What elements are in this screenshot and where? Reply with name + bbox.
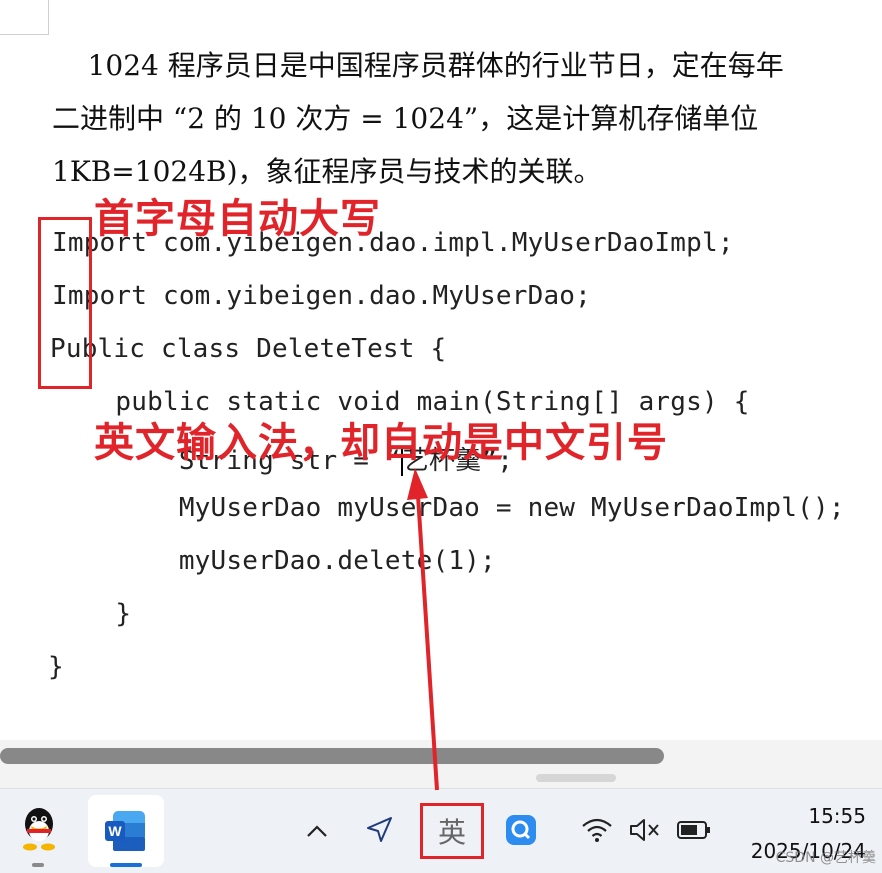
ime-label: 英 — [437, 816, 466, 849]
code-line-9: } — [48, 652, 64, 682]
code-line-3: Public class DeleteTest { — [50, 334, 447, 364]
location-arrow-icon[interactable] — [360, 811, 398, 849]
paragraph-line-3: 1KB=1024B)，象征程序员与技术的关联。 — [52, 155, 602, 188]
word-taskbar-button[interactable]: W — [88, 795, 164, 867]
q-app-icon[interactable] — [502, 811, 540, 849]
paragraph-line-2: 二进制中 “2 的 10 次方 = 1024”，这是计算机存储单位 — [52, 102, 759, 135]
wifi-icon[interactable] — [578, 813, 616, 847]
clock-time: 15:55 — [808, 804, 866, 828]
horizontal-scrollbar-area — [0, 740, 882, 788]
code-line-8: } — [52, 599, 132, 629]
qq-icon[interactable] — [14, 803, 64, 853]
code-line-2: Import com.yibeigen.dao.MyUserDao; — [52, 281, 592, 311]
capital-letters-highlight-box — [38, 217, 92, 389]
page-corner-marker — [0, 0, 49, 35]
horizontal-scrollbar-thumb[interactable] — [0, 748, 664, 764]
ime-icon[interactable]: 英 — [420, 803, 484, 859]
qq-running-indicator — [32, 863, 44, 867]
code-line-6: MyUserDao myUserDao = new MyUserDaoImpl(… — [52, 493, 845, 523]
chevron-up-icon[interactable] — [300, 815, 334, 847]
watermark: CSDN @艺杯羹 — [775, 850, 876, 866]
taskbar: W 英 15:55 2025/10/24 CSDN @艺杯羹 — [0, 788, 882, 873]
battery-icon[interactable] — [674, 813, 714, 847]
word-active-indicator — [110, 863, 142, 867]
paragraph-line-1: 1024 程序员日是中国程序员群体的行业节日，定在每年 — [52, 49, 784, 82]
speaker-muted-icon[interactable] — [626, 813, 664, 847]
capitalize-annotation: 首字母自动大写 — [94, 196, 381, 242]
svg-text:W: W — [108, 823, 122, 839]
document-page[interactable]: 1024 程序员日是中国程序员群体的行业节日，定在每年 二进制中 “2 的 10… — [0, 0, 882, 740]
quote-annotation: 英文输入法，却自动是中文引号 — [94, 420, 668, 466]
secondary-scrollbar-thumb[interactable] — [536, 774, 616, 782]
word-icon: W — [105, 811, 145, 851]
code-line-7: myUserDao.delete(1); — [52, 546, 496, 576]
